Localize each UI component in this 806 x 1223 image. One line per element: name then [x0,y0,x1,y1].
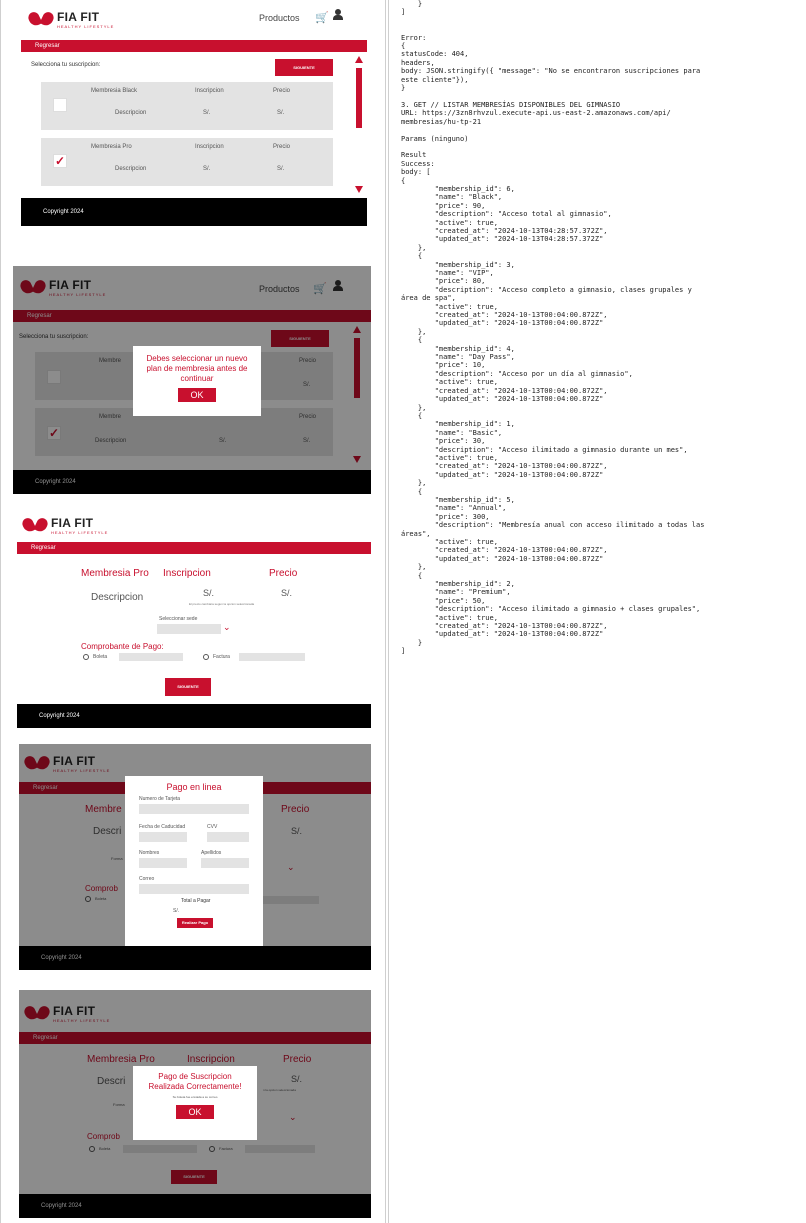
user-icon[interactable] [333,9,343,21]
next-button[interactable]: SIGUIENTE [165,678,211,696]
top-bar: FIA FIT HEALTHY LIFESTYLE Productos 🛒 [21,0,367,40]
footer: Copyright 2024 [21,198,367,226]
logo: FIA FIT HEALTHY LIFESTYLE [29,8,114,29]
screen-select-subscription: FIA FIT HEALTHY LIFESTYLE Productos 🛒 Reg… [21,0,367,226]
ok-button[interactable]: OK [176,1105,214,1119]
detail-panel: Membresia Pro Inscripcion Precio Descrip… [55,562,333,684]
price-note: El precio cambiara segun la opcion selec… [189,602,255,606]
radio-boleta[interactable] [83,654,89,660]
plan-name: Membresia Pro [81,568,149,579]
success-title-line1: Pago de Suscripcion [158,1072,232,1081]
modal-message: Debes seleccionar un nuevo plan de membr… [146,354,248,383]
total-value: S/. [173,908,180,914]
pay-button[interactable]: Realizar Pago [177,918,213,928]
back-bar: Regresar [21,40,367,52]
scroll-up-icon[interactable] [355,56,363,63]
last-names-input[interactable] [201,858,249,868]
inscription-header: Inscripcion [163,568,211,579]
price-value: S/. [281,588,293,598]
back-link[interactable]: Regresar [35,43,60,49]
select-site-label: Seleccionar sede [159,616,198,622]
logo-mark-icon [29,10,53,28]
payment-title: Pago en linea [166,782,222,792]
email-input[interactable] [139,884,249,894]
receipt-title: Comprobante de Pago: [81,642,164,651]
products-link[interactable]: Productos [259,13,300,23]
plan-description: Descripcion [91,592,144,603]
footer: Copyright 2024 [17,704,371,728]
screen-modal-select-plan: FIA FIT HEALTHY LIFESTYLE Productos 🛒 Reg… [13,266,371,494]
inscription-value: S/. [203,588,215,598]
price-header: Precio [269,568,298,579]
mockups-column: FIA FIT HEALTHY LIFESTYLE Productos 🛒 Reg… [0,0,386,1223]
logo: FIA FIT HEALTHY LIFESTYLE [23,514,108,535]
expiry-input[interactable] [139,832,187,842]
success-title-line2: Realizada Correctamente! [148,1082,242,1091]
site-select[interactable] [157,624,221,634]
success-subtext: Su boleta fue enviada a su correo [172,1095,218,1099]
screen-membership-detail: FIA FIT HEALTHY LIFESTYLE Regresar Membre… [17,506,371,728]
radio-factura[interactable] [203,654,209,660]
membership-row-black[interactable]: Membresia Black Inscripcion Precio Descr… [41,82,333,130]
ok-button[interactable]: OK [178,388,216,402]
checkmark-icon: ✓ [55,154,66,168]
scrollbar[interactable] [355,56,363,196]
logo-mark-icon [23,516,47,534]
checkbox-pro[interactable]: ✓ [53,154,67,168]
scroll-thumb[interactable] [356,68,362,128]
boleta-field[interactable] [119,653,183,661]
checkbox-black[interactable] [53,98,67,112]
first-names-input[interactable] [139,858,187,868]
card-number-input[interactable] [139,804,249,814]
payment-modal: Pago en linea Numero de Tarjeta Fecha de… [125,776,263,946]
api-documentation-text: } ] Error: { statusCode: 404, headers, b… [401,0,705,656]
screen-online-payment: FIA FIT HEALTHY LIFESTYLE Regresar Membre… [19,744,371,970]
cart-icon[interactable]: 🛒 [315,11,329,24]
success-modal: Pago de Suscripcion Realizada Correctame… [133,1066,257,1140]
factura-field[interactable] [239,653,305,661]
screen-payment-success: FIA FIT HEALTHY LIFESTYLE Regresar Membre… [19,990,371,1218]
chevron-down-icon[interactable]: ⌄ [223,622,231,633]
scroll-down-icon[interactable] [355,186,363,193]
next-button[interactable]: SIGUIENTE [275,59,333,76]
select-label: Selecciona tu suscripcion: [31,62,101,68]
api-doc-column: } ] Error: { statusCode: 404, headers, b… [388,0,806,1223]
alert-modal: Debes seleccionar un nuevo plan de membr… [133,346,261,416]
back-link[interactable]: Regresar [31,545,56,551]
membership-row-pro[interactable]: ✓ Membresia Pro Inscripcion Precio Descr… [41,138,333,186]
cvv-input[interactable] [207,832,249,842]
